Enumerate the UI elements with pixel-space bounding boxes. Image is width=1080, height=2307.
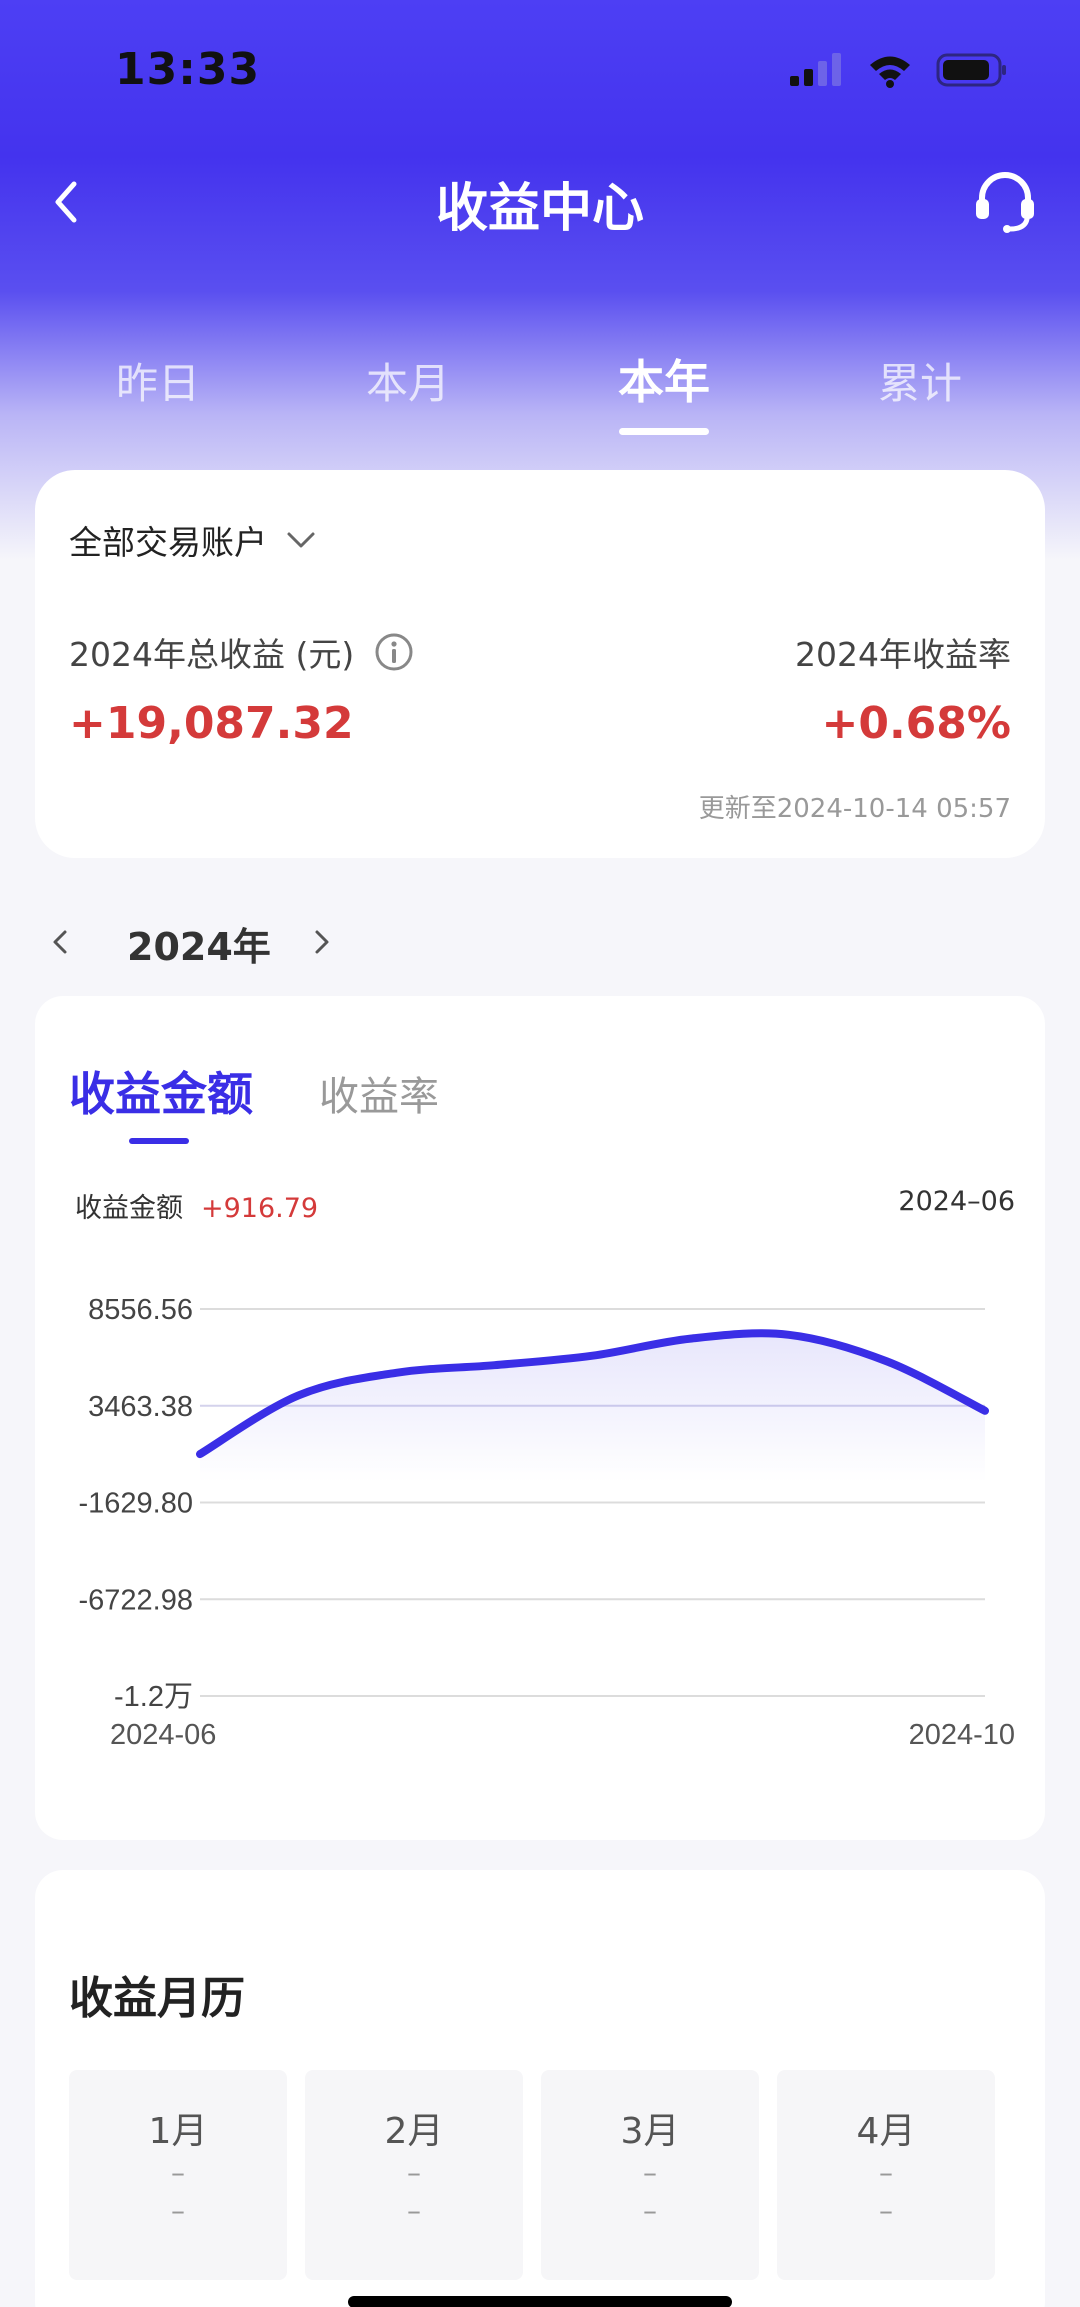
status-time: 13:33 <box>115 44 261 95</box>
month-rate: – <box>879 2194 893 2227</box>
previous-year-button[interactable] <box>45 922 75 962</box>
month-value: – <box>407 2156 421 2189</box>
headset-icon <box>976 172 1034 233</box>
y-tick-label: -6722.98 <box>79 1584 194 1616</box>
month-rate: – <box>407 2194 421 2227</box>
tab-this-year[interactable]: 本年 <box>564 346 764 412</box>
month-value: – <box>643 2156 657 2189</box>
customer-service-button[interactable] <box>970 166 1040 236</box>
year-selector: 2024年 <box>45 912 345 972</box>
nav-bar: 收益中心 <box>0 150 1080 250</box>
account-label: 全部交易账户 <box>69 523 267 562</box>
home-indicator <box>348 2296 732 2307</box>
total-income-label-row: 2024年总收益 (元) <box>69 628 414 676</box>
chevron-down-icon <box>287 532 315 548</box>
month-cell-2[interactable]: 2月 – – <box>305 2070 523 2280</box>
y-tick-label: 8556.56 <box>88 1294 193 1326</box>
month-label: 3月 <box>620 2111 680 2152</box>
month-label: 4月 <box>856 2111 916 2152</box>
info-icon[interactable] <box>374 632 414 672</box>
selected-year: 2024年 <box>127 925 271 969</box>
battery-icon <box>936 53 1006 87</box>
next-year-button[interactable] <box>307 922 337 962</box>
active-tab-indicator <box>619 428 709 435</box>
wifi-icon <box>870 56 910 88</box>
x-tick-label-start: 2024-06 <box>110 1719 216 1751</box>
chevron-right-icon <box>315 930 329 954</box>
income-chart-card: 收益金额 收益率 收益金额 +916.79 2024–06 8556.56 3463… <box>35 996 1045 1840</box>
return-rate-label: 2024年收益率 <box>795 635 1011 674</box>
month-value: – <box>171 2156 185 2189</box>
month-rate: – <box>643 2194 657 2227</box>
month-label: 2月 <box>384 2111 444 2152</box>
income-calendar-card: 收益月历 1月 – – 2月 – – 3月 – – 4月 – – <box>35 1870 1045 2307</box>
tab-yesterday[interactable]: 昨日 <box>58 350 258 411</box>
chevron-left-icon <box>53 930 67 954</box>
y-tick-label: -1629.80 <box>79 1488 194 1520</box>
summary-card: 全部交易账户 2024年总收益 (元) 2024年收益率 +19,087.32 … <box>35 470 1045 858</box>
month-cell-3[interactable]: 3月 – – <box>541 2070 759 2280</box>
total-income-label: 2024年总收益 (元) <box>69 635 355 674</box>
return-rate-value: +0.68% <box>821 698 1011 749</box>
total-income-value: +19,087.32 <box>69 698 354 749</box>
page-title: 收益中心 <box>435 179 644 239</box>
month-cell-1[interactable]: 1月 – – <box>69 2070 287 2280</box>
month-grid: 1月 – – 2月 – – 3月 – – 4月 – – <box>69 2070 995 2280</box>
tab-this-month[interactable]: 本月 <box>308 350 508 411</box>
y-tick-label: -1.2万 <box>114 1681 193 1713</box>
status-icons <box>788 52 1008 88</box>
month-cell-4[interactable]: 4月 – – <box>777 2070 995 2280</box>
month-value: – <box>879 2156 893 2189</box>
y-tick-label: 3463.38 <box>88 1391 193 1423</box>
month-rate: – <box>171 2194 185 2227</box>
cellular-signal-icon <box>790 53 841 86</box>
x-tick-label-end: 2024-10 <box>909 1719 1015 1751</box>
income-chart[interactable]: 8556.56 3463.38 -1629.80 -6722.98 -1.2万 2024-… <box>35 996 1045 1840</box>
month-label: 1月 <box>148 2111 208 2152</box>
period-tabs: 昨日 本月 本年 累计 <box>0 350 1080 440</box>
account-selector[interactable]: 全部交易账户 <box>69 516 317 564</box>
tab-cumulative[interactable]: 累计 <box>820 350 1020 411</box>
status-bar: 13:33 <box>0 0 1080 140</box>
calendar-title: 收益月历 <box>69 1973 245 2024</box>
update-timestamp: 更新至2024-10-14 05:57 <box>698 794 1011 824</box>
